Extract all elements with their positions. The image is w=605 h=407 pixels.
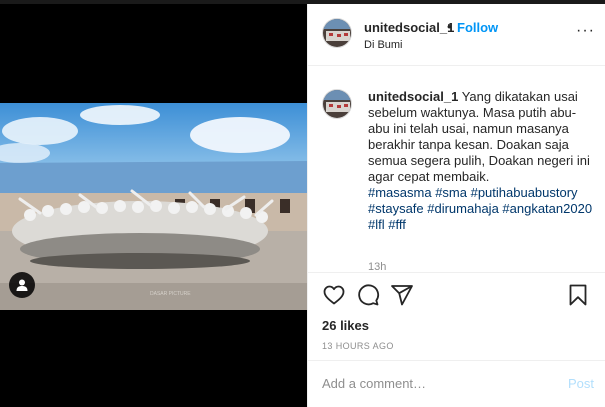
bookmark-icon[interactable]	[566, 283, 590, 307]
avatar-image	[323, 19, 351, 47]
avatar[interactable]	[322, 18, 352, 48]
action-icons	[322, 283, 592, 307]
caption-avatar[interactable]	[322, 89, 352, 119]
avatar-image	[323, 90, 351, 118]
share-icon[interactable]	[390, 283, 414, 307]
user-icon	[16, 279, 28, 291]
add-comment-bar: Add a comment… Post	[308, 360, 605, 407]
post-media[interactable]: DASAR PICTURE	[0, 4, 307, 407]
post-caption: unitedsocial_1 Yang dikatakan usai sebel…	[368, 89, 593, 233]
separator-dot: •	[447, 19, 452, 34]
caption-time: 13h	[368, 261, 387, 271]
post-photo[interactable]: DASAR PICTURE	[0, 103, 307, 310]
post-panel: unitedsocial_1 • Follow Di Bumi ··· unit…	[307, 4, 605, 407]
header-username[interactable]: unitedsocial_1	[364, 20, 454, 35]
likes-count[interactable]: 26 likes	[322, 318, 369, 333]
group-photo-image: DASAR PICTURE	[0, 103, 307, 310]
caption-area: unitedsocial_1 Yang dikatakan usai sebel…	[308, 67, 605, 271]
location-link[interactable]: Di Bumi	[364, 39, 403, 51]
svg-text:DASAR PICTURE: DASAR PICTURE	[150, 291, 191, 297]
comment-icon[interactable]	[356, 283, 380, 307]
post-header: unitedsocial_1 • Follow Di Bumi ···	[308, 4, 605, 66]
post-comment-button[interactable]: Post	[568, 376, 594, 391]
post-date[interactable]: 13 HOURS AGO	[322, 341, 394, 351]
caption-username[interactable]: unitedsocial_1	[368, 89, 458, 104]
comment-input[interactable]: Add a comment…	[322, 376, 426, 391]
heart-icon[interactable]	[322, 283, 346, 307]
caption-hashtags[interactable]: #masasma #sma #putihabuabustory #staysaf…	[368, 185, 592, 232]
follow-button[interactable]: Follow	[457, 20, 498, 35]
more-options-icon[interactable]: ···	[576, 22, 595, 40]
tagged-users-button[interactable]	[9, 272, 35, 298]
